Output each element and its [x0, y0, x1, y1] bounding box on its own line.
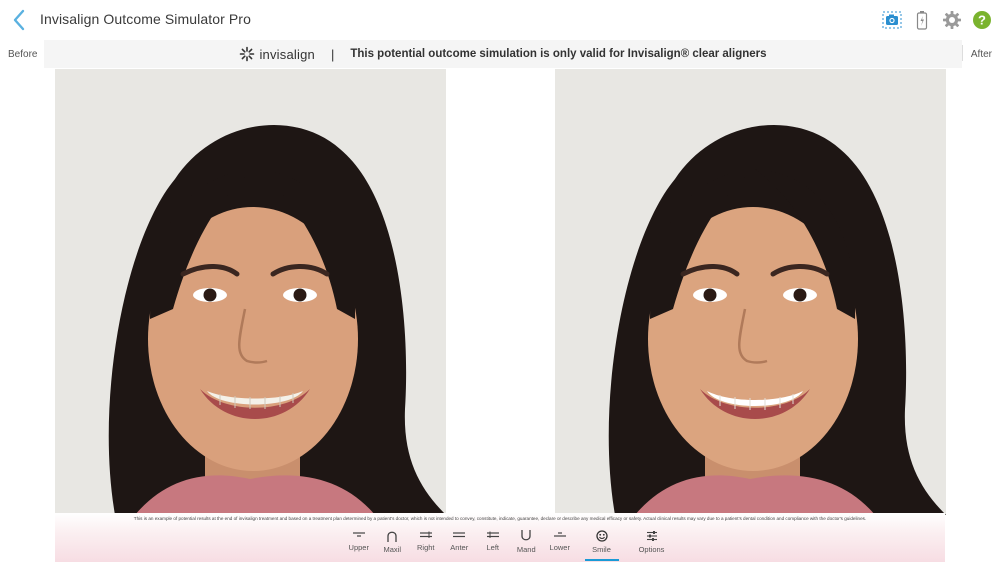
mandibular-arch-icon	[521, 530, 531, 541]
disclaimer-text: This potential outcome simulation is onl…	[350, 48, 767, 60]
after-label: After	[970, 49, 992, 60]
lower-jaw-icon	[553, 532, 566, 537]
tool-anter[interactable]: Anter	[443, 527, 477, 561]
svg-text:?: ?	[978, 13, 986, 28]
after-photo	[555, 69, 946, 515]
tool-upper[interactable]: Upper	[342, 527, 376, 561]
legal-fine-print: This is an example of potential results …	[133, 516, 867, 521]
tool-maxil[interactable]: Maxil	[376, 527, 410, 561]
sliders-icon	[646, 531, 657, 541]
tool-left[interactable]: Left	[476, 527, 510, 561]
tool-maxil-label: Maxil	[383, 545, 401, 554]
brand-name: invisalign	[259, 46, 315, 62]
app-title: Invisalign Outcome Simulator Pro	[40, 11, 251, 27]
tool-left-label: Left	[486, 543, 499, 552]
tool-lower[interactable]: Lower	[543, 527, 577, 561]
banner-separator: |	[330, 46, 335, 62]
tool-options-label: Options	[638, 545, 665, 554]
tool-right-label: Right	[416, 543, 435, 552]
camera-icon[interactable]	[882, 10, 902, 30]
tool-smile-label: Smile	[592, 545, 611, 554]
tool-mand[interactable]: Mand	[510, 527, 544, 561]
tool-lower-label: Lower	[549, 543, 570, 552]
right-view-icon	[419, 531, 432, 538]
tool-smile[interactable]: Smile	[577, 527, 627, 561]
tool-options[interactable]: Options	[627, 527, 677, 561]
tool-anter-label: Anter	[450, 543, 469, 552]
help-icon[interactable]: ?	[972, 10, 992, 30]
smile-face-icon	[595, 530, 608, 542]
back-arrow-icon[interactable]	[8, 8, 32, 32]
upper-jaw-icon	[352, 532, 365, 537]
battery-icon	[912, 10, 932, 30]
invisalign-star-icon	[240, 46, 255, 62]
tool-upper-label: Upper	[348, 543, 369, 552]
left-view-icon	[486, 531, 499, 538]
gear-icon[interactable]	[942, 10, 962, 30]
disclaimer-banner: invisalign | This potential outcome simu…	[44, 40, 962, 68]
before-photo	[55, 69, 446, 515]
header-toolbar: ?	[882, 7, 992, 33]
app-header: Invisalign Outcome Simulator Pro ?	[0, 0, 1000, 40]
bottom-panel: This is an example of potential results …	[55, 513, 945, 562]
before-label: Before	[8, 49, 38, 60]
invisalign-logo: invisalign	[239, 46, 315, 62]
view-toolbar: Upper Maxil Right Anter Left Mand Lower	[342, 527, 677, 561]
tool-right[interactable]: Right	[409, 527, 443, 561]
banner-divider-right	[962, 45, 963, 61]
maxillary-arch-icon	[387, 531, 397, 542]
anterior-view-icon	[453, 532, 466, 538]
tool-mand-label: Mand	[516, 545, 536, 554]
